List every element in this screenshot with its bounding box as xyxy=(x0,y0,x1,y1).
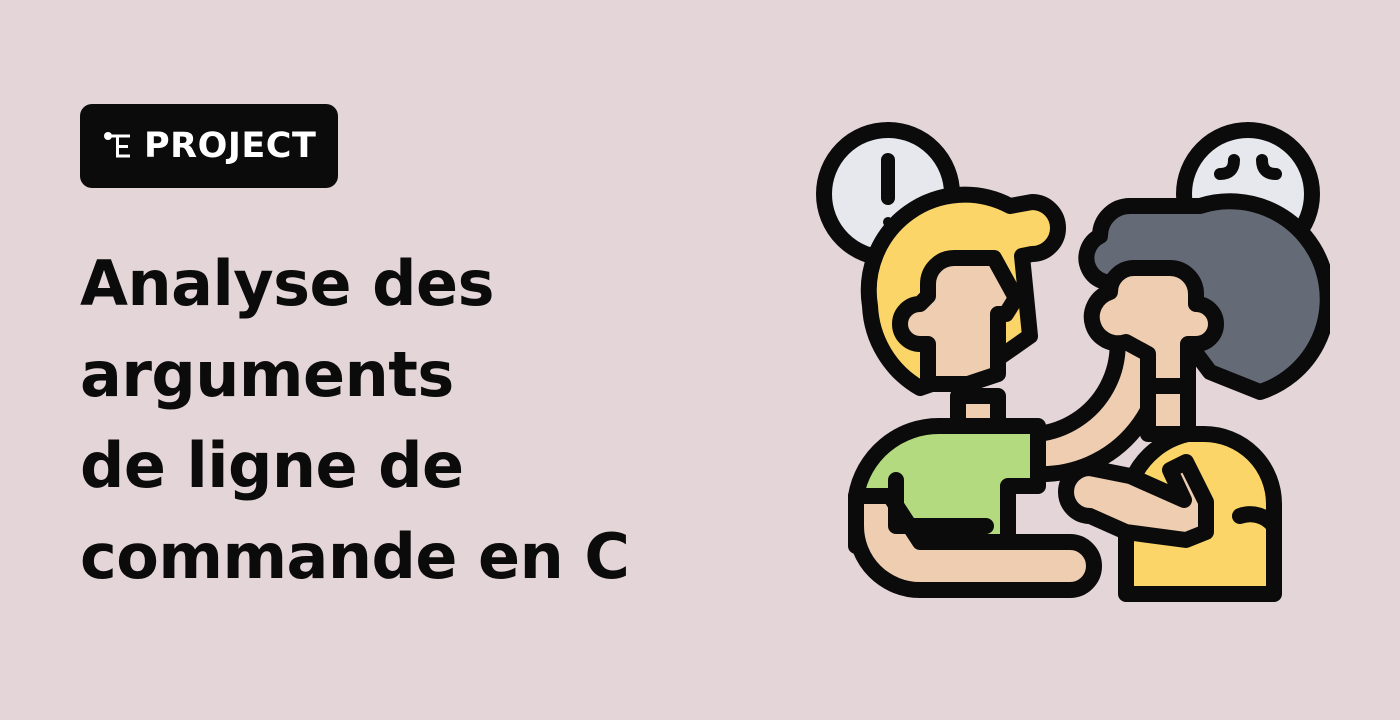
right-person-neck xyxy=(1140,378,1196,442)
project-badge: PROJECT xyxy=(80,104,339,188)
title-line-3: de ligne de xyxy=(80,429,464,502)
badge-label: PROJECT xyxy=(144,125,317,166)
title-line-1: Analyse des xyxy=(80,247,495,320)
two-people-conflict-icon xyxy=(816,122,1330,602)
page-title: Analyse des arguments de ligne de comman… xyxy=(80,238,720,602)
project-flow-icon xyxy=(104,132,130,158)
title-line-4: commande en C xyxy=(80,520,630,593)
title-line-2: arguments xyxy=(80,338,454,411)
right-person-arm xyxy=(1058,454,1214,548)
